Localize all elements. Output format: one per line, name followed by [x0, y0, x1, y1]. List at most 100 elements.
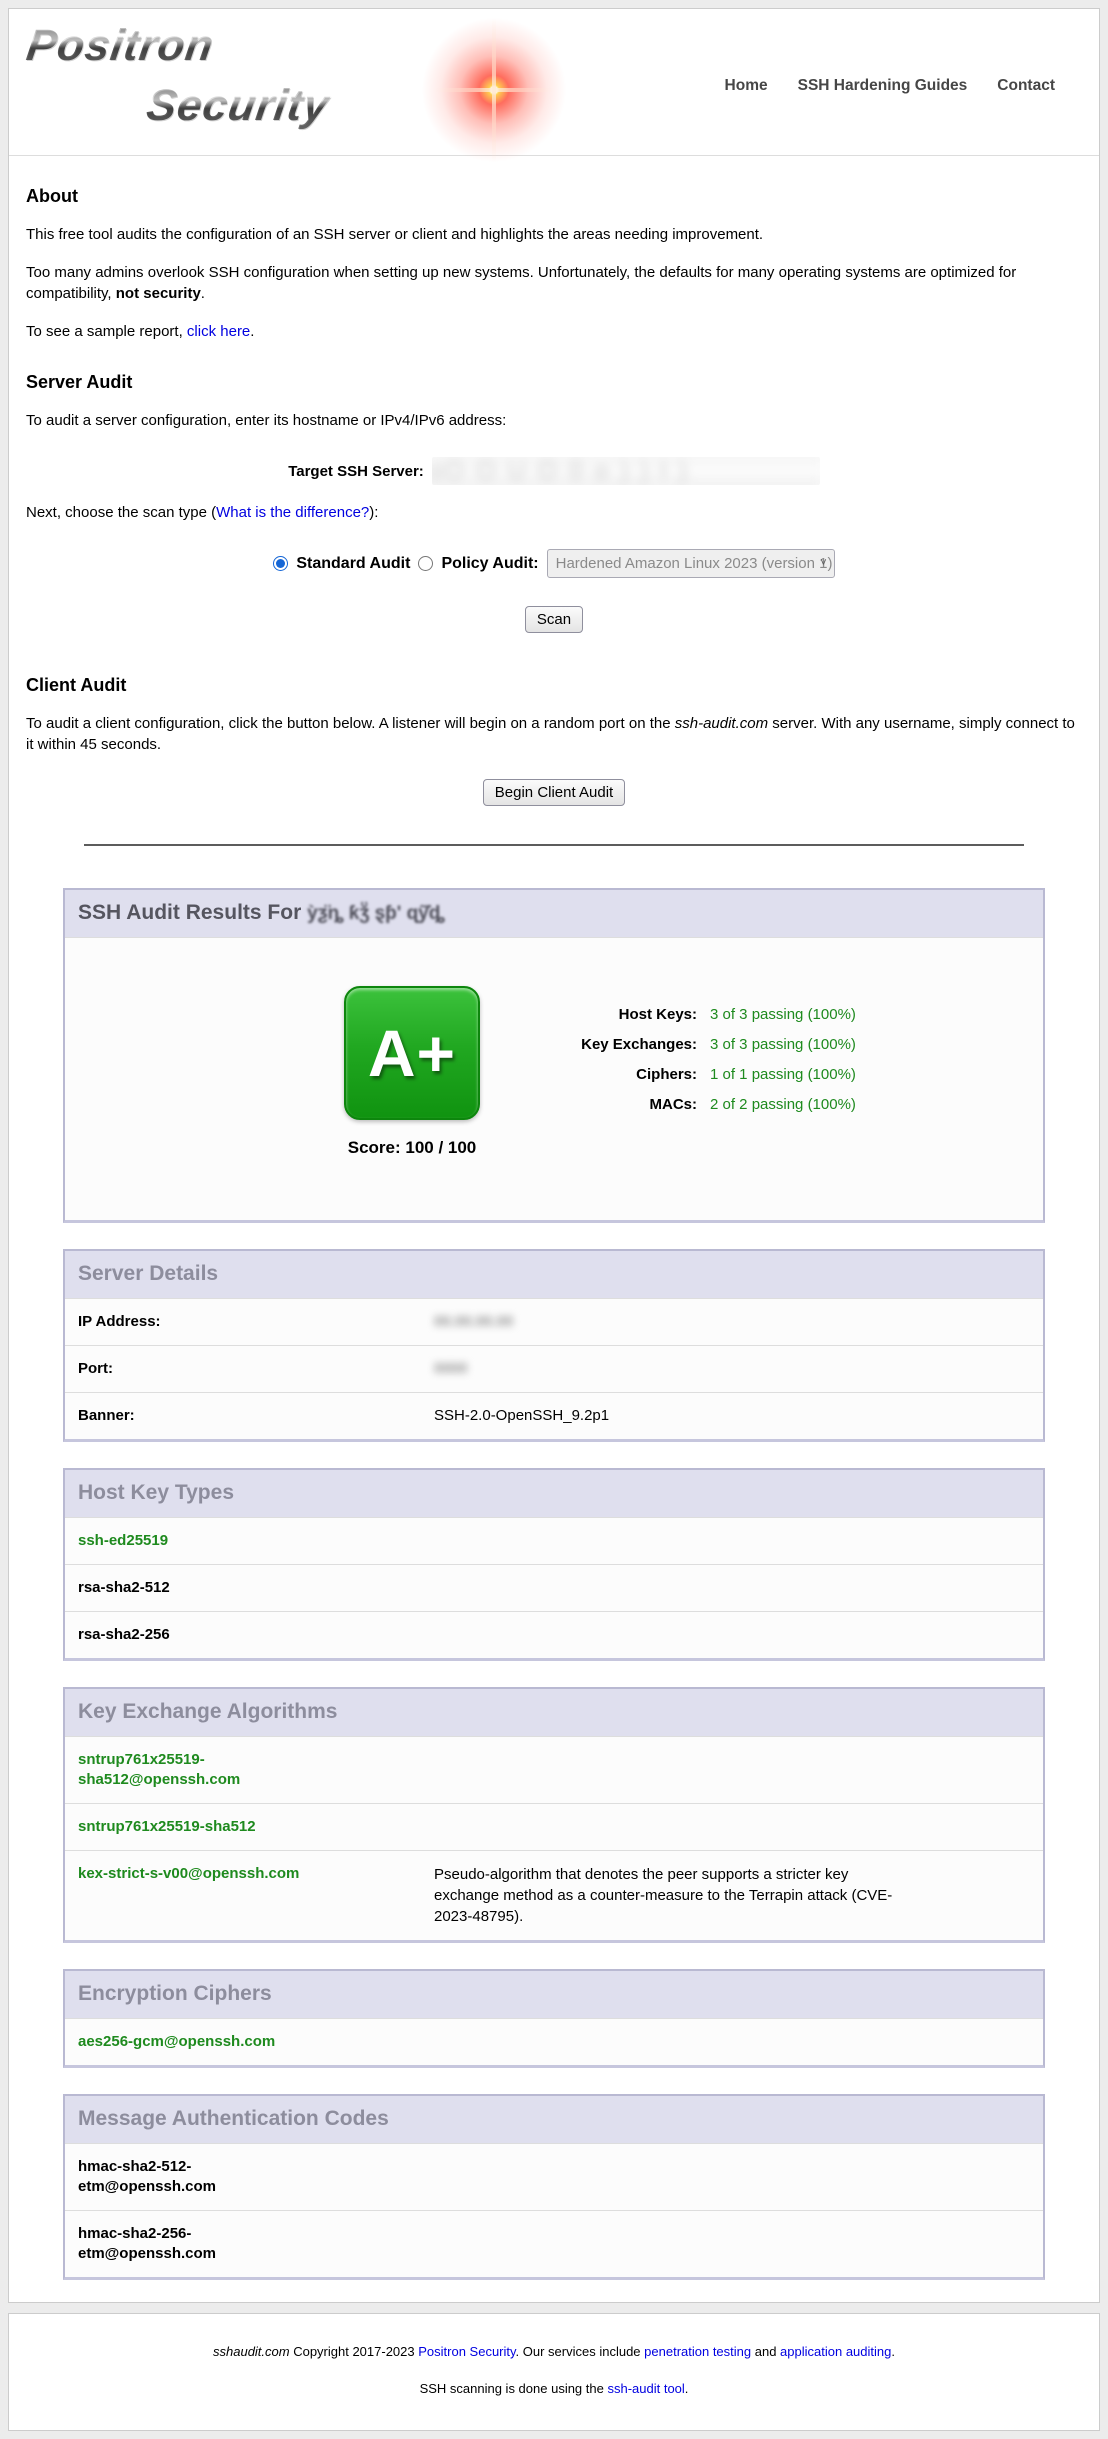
host-key-types-header: Host Key Types: [65, 1470, 1043, 1517]
server-details-box: Server Details IP Address: 88.88.88.88 P…: [63, 1249, 1045, 1442]
policy-audit-label[interactable]: Policy Audit:: [441, 555, 538, 573]
mac-name: hmac-sha2-256- etm@openssh.com: [78, 2224, 216, 2264]
policy-select[interactable]: Hardened Amazon Linux 2023 (version 1) ˅: [547, 549, 835, 578]
sample-report-line: To see a sample report, click here.: [26, 321, 1082, 342]
scan-type-difference-link[interactable]: What is the difference?: [216, 504, 369, 521]
red-flare-graphic: [419, 15, 569, 165]
client-audit-heading: Client Audit: [26, 675, 1082, 696]
scan-type-text-post: ):: [369, 504, 378, 521]
footer-scanning-text: SSH scanning is done using the: [420, 2381, 608, 2396]
kex-name: sntrup761x25519-sha512: [78, 1817, 434, 1837]
about-p2-period: .: [201, 285, 205, 302]
sample-report-link[interactable]: click here: [187, 323, 250, 340]
about-paragraph-2: Too many admins overlook SSH configurati…: [26, 262, 1082, 304]
scan-type-line: Next, choose the scan type (What is the …: [26, 502, 1082, 523]
row-label: Banner:: [78, 1406, 434, 1426]
audit-results-header: SSH Audit Results For ỳƺ̈ȵ ƙǯ̈ ȿƥ' ɋƴ̃ȡ: [65, 890, 1043, 937]
redacted-hostname: ỳƺ̈ȵ ƙǯ̈ ȿƥ' ɋƴ̃ȡ: [307, 903, 445, 924]
stat-row-key-exchanges: Key Exchanges: 3 of 3 passing (100%): [515, 1030, 856, 1060]
encryption-ciphers-box: Encryption Ciphers aes256-gcm@openssh.co…: [63, 1969, 1045, 2068]
positron-security-logo: Positron Security: [27, 23, 399, 145]
scan-type-text: Next, choose the scan type (: [26, 504, 216, 521]
server-audit-intro: To audit a server configuration, enter i…: [26, 410, 1082, 431]
nav-ssh-hardening-guides[interactable]: SSH Hardening Guides: [798, 77, 968, 95]
target-server-redacted-value: oO O U O 0 o ) ) I ): [432, 457, 820, 485]
score-label: Score: 100 / 100: [337, 1138, 487, 1158]
ip-address-redacted-value: 88.88.88.88: [434, 1312, 513, 1332]
table-row: Port: 8888: [65, 1345, 1043, 1392]
grade-letter: A+: [368, 1015, 456, 1091]
audit-results-box: SSH Audit Results For ỳƺ̈ȵ ƙǯ̈ ȿƥ' ɋƴ̃ȡ …: [63, 888, 1045, 1223]
footer-copyright-text: Copyright 2017-2023: [290, 2344, 419, 2359]
client-audit-text: To audit a client configuration, click t…: [26, 715, 675, 732]
stat-label: MACs:: [515, 1090, 697, 1120]
audit-results-title: SSH Audit Results For: [78, 901, 307, 924]
footer-company-link[interactable]: Positron Security: [418, 2344, 515, 2359]
row-label: Port:: [78, 1359, 434, 1379]
server-details-header: Server Details: [65, 1251, 1043, 1298]
footer-period: .: [891, 2344, 895, 2359]
table-row: ssh-ed25519: [65, 1517, 1043, 1564]
kex-name: kex-strict-s-v00@openssh.com: [78, 1864, 434, 1927]
stat-label: Key Exchanges:: [515, 1030, 697, 1060]
site-header: Positron Security Home SSH Hardening Gui…: [9, 9, 1099, 155]
nav-home[interactable]: Home: [725, 77, 768, 95]
footer-and-text: and: [751, 2344, 780, 2359]
client-audit-paragraph: To audit a client configuration, click t…: [26, 713, 1082, 755]
macs-header: Message Authentication Codes: [65, 2096, 1043, 2143]
footer-appaudit-link[interactable]: application auditing: [780, 2344, 891, 2359]
macs-box: Message Authentication Codes hmac-sha2-5…: [63, 2094, 1045, 2280]
footer-ssh-audit-tool-link[interactable]: ssh-audit tool: [607, 2381, 684, 2396]
grade-column: A+ Score: 100 / 100: [337, 986, 487, 1158]
begin-client-audit-row: Begin Client Audit: [26, 779, 1082, 806]
host-key-name: rsa-sha2-512: [78, 1578, 170, 1598]
stat-value: 1 of 1 passing (100%): [710, 1060, 856, 1090]
about-paragraph-1: This free tool audits the configuration …: [26, 224, 1082, 245]
host-key-name: ssh-ed25519: [78, 1531, 168, 1551]
table-row: IP Address: 88.88.88.88: [65, 1298, 1043, 1345]
target-server-label: Target SSH Server:: [288, 463, 424, 480]
policy-select-value: Hardened Amazon Linux 2023 (version 1): [556, 555, 833, 572]
standard-audit-label[interactable]: Standard Audit: [296, 555, 410, 573]
stat-row-macs: MACs: 2 of 2 passing (100%): [515, 1090, 856, 1120]
footer-pentest-link[interactable]: penetration testing: [644, 2344, 751, 2359]
standard-audit-radio[interactable]: [273, 556, 288, 571]
main-card: Positron Security Home SSH Hardening Gui…: [8, 8, 1100, 2303]
port-redacted-value: 8888: [434, 1359, 467, 1379]
footer-services-text: . Our services include: [516, 2344, 645, 2359]
nav-contact[interactable]: Contact: [997, 77, 1055, 95]
stat-label: Ciphers:: [515, 1060, 697, 1090]
target-server-input[interactable]: oO O U O 0 o ) ) I ): [432, 457, 820, 485]
policy-audit-radio[interactable]: [418, 556, 433, 571]
table-row: sntrup761x25519- sha512@openssh.com: [65, 1736, 1043, 1803]
select-chevron-down-icon: ˅: [820, 550, 826, 577]
row-label: IP Address:: [78, 1312, 434, 1332]
cipher-name: aes256-gcm@openssh.com: [78, 2032, 275, 2052]
begin-client-audit-button[interactable]: Begin Client Audit: [483, 779, 625, 806]
kex-description: Pseudo-algorithm that denotes the peer s…: [434, 1864, 904, 1927]
scan-type-choices: Standard Audit Policy Audit: Hardened Am…: [26, 549, 1082, 578]
host-key-name: rsa-sha2-256: [78, 1625, 170, 1645]
stat-label: Host Keys:: [515, 1000, 697, 1030]
scan-button[interactable]: Scan: [525, 606, 583, 633]
key-exchange-box: Key Exchange Algorithms sntrup761x25519-…: [63, 1687, 1045, 1943]
table-row: rsa-sha2-512: [65, 1564, 1043, 1611]
sample-report-text: To see a sample report,: [26, 323, 187, 340]
footer-line1: sshaudit.com Copyright 2017-2023 Positro…: [9, 2344, 1099, 2359]
about-heading: About: [26, 186, 1082, 207]
table-row: kex-strict-s-v00@openssh.com Pseudo-algo…: [65, 1850, 1043, 1940]
grade-badge: A+: [344, 986, 480, 1120]
footer-line2-period: .: [685, 2381, 689, 2396]
main-nav: Home SSH Hardening Guides Contact: [725, 73, 1055, 95]
table-row: sntrup761x25519-sha512: [65, 1803, 1043, 1850]
stat-row-ciphers: Ciphers: 1 of 1 passing (100%): [515, 1060, 856, 1090]
kex-name: sntrup761x25519- sha512@openssh.com: [78, 1750, 434, 1790]
sample-report-period: .: [250, 323, 254, 340]
logo-text-line2: Security: [144, 83, 332, 129]
scan-button-row: Scan: [26, 606, 1082, 633]
mac-name: hmac-sha2-512- etm@openssh.com: [78, 2157, 216, 2197]
logo-text-line1: Positron: [24, 23, 217, 69]
target-server-row: Target SSH Server: oO O U O 0 o ) ) I ): [26, 457, 1082, 485]
table-row: rsa-sha2-256: [65, 1611, 1043, 1658]
footer-site-name: sshaudit.com: [213, 2344, 290, 2359]
